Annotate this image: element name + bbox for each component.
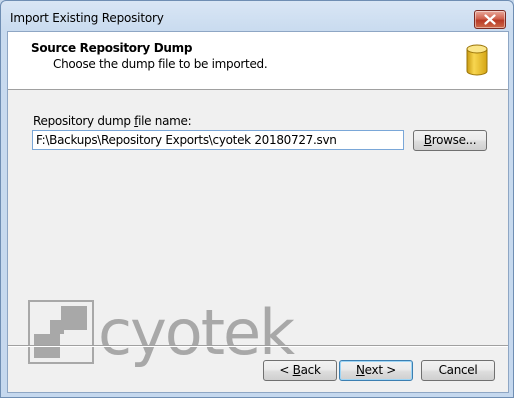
- close-button[interactable]: [474, 10, 506, 29]
- dump-file-label: Repository dump file name:: [33, 114, 192, 128]
- browse-button[interactable]: Browse...: [413, 130, 487, 151]
- dump-file-path-input[interactable]: [32, 130, 404, 150]
- cyotek-logo-icon: [28, 300, 94, 364]
- page-subtitle: Choose the dump file to be imported.: [53, 57, 268, 71]
- page-title: Source Repository Dump: [31, 41, 193, 55]
- window-title: Import Existing Repository: [10, 11, 164, 25]
- next-button[interactable]: Next >: [339, 360, 413, 381]
- back-button[interactable]: < Back: [263, 360, 337, 381]
- database-icon: [466, 44, 488, 76]
- cyotek-logo-text: cyotek: [98, 296, 295, 369]
- close-icon: [484, 14, 496, 25]
- footer-divider: [8, 345, 508, 347]
- wizard-header: Source Repository Dump Choose the dump f…: [8, 32, 508, 90]
- dialog-client-area: Source Repository Dump Choose the dump f…: [7, 31, 509, 393]
- dialog-window: Import Existing Repository Source Reposi…: [0, 0, 514, 398]
- cancel-button[interactable]: Cancel: [421, 360, 495, 381]
